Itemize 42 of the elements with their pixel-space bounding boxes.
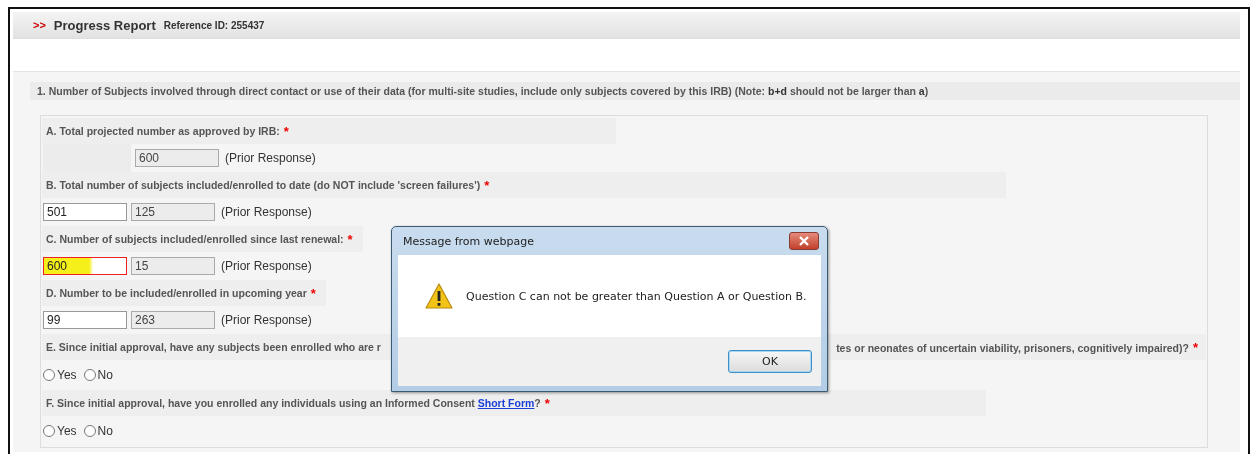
dialog-title: Message from webpage: [402, 234, 535, 248]
question-label: F. Since initial approval, have you enrolled any individuals using an Informed Consent Short Form?: [46, 397, 541, 409]
radio-button[interactable]: [43, 369, 55, 381]
required-mark: *: [484, 177, 490, 193]
required-mark: *: [1192, 339, 1198, 355]
required-mark: *: [544, 395, 550, 411]
warning-icon: [424, 282, 454, 310]
short-form-link[interactable]: Short Form: [477, 397, 535, 409]
breadcrumb-marker: >>: [33, 19, 46, 31]
prior-response-label: (Prior Response): [221, 313, 312, 327]
question-label: A. Total projected number as approved by IRB:: [46, 125, 280, 137]
reference-id: Reference ID: 255437: [163, 19, 265, 31]
radio-button[interactable]: [83, 425, 96, 437]
question-label: C. Number of subjects included/enrolled since last renewal:: [46, 233, 344, 245]
number-input[interactable]: 99: [43, 311, 127, 329]
dialog-message: Question C can not be greater than Question A or Question B.: [466, 289, 807, 303]
radio-option[interactable]: Yes: [43, 424, 77, 438]
prior-response-label: (Prior Response): [221, 259, 312, 273]
required-mark: *: [283, 123, 289, 139]
prior-response-label: (Prior Response): [225, 151, 316, 165]
ok-button[interactable]: OK: [728, 350, 812, 373]
radio-option[interactable]: No: [83, 424, 113, 438]
question-label: D. Number to be included/enrolled in upcoming year: [46, 287, 307, 299]
prior-response-field: 15: [131, 257, 215, 275]
question-label: tes or neonates of uncertain viability, prisoners, cognitively impaired)?: [836, 341, 1189, 354]
radio-option[interactable]: Yes: [43, 368, 77, 382]
question-label: B. Total number of subjects included/enrolled to date (do NOT include 'screen failures'): [46, 179, 481, 191]
radio-option[interactable]: No: [83, 368, 113, 382]
prior-response-label: (Prior Response): [221, 205, 312, 219]
radio-button[interactable]: [83, 369, 96, 381]
required-mark: *: [347, 231, 353, 247]
close-icon[interactable]: [789, 232, 819, 250]
question-title: 1. Number of Subjects involved through direct contact or use of their data (for multi-site studies, include only subjects covered by this IRB) (Note: b+d should not be larger than a): [30, 82, 1240, 100]
question-label: E. Since initial approval, have any subjects been enrolled who are r: [46, 341, 381, 353]
radio-button[interactable]: [43, 425, 55, 437]
prior-response-field: 263: [131, 311, 215, 329]
required-mark: *: [310, 285, 316, 301]
number-input[interactable]: 600: [43, 257, 127, 275]
prior-response-field: 600: [135, 149, 219, 167]
number-input[interactable]: 501: [43, 203, 127, 221]
page-title: Progress Report: [53, 17, 156, 33]
prior-response-field: 125: [131, 203, 215, 221]
